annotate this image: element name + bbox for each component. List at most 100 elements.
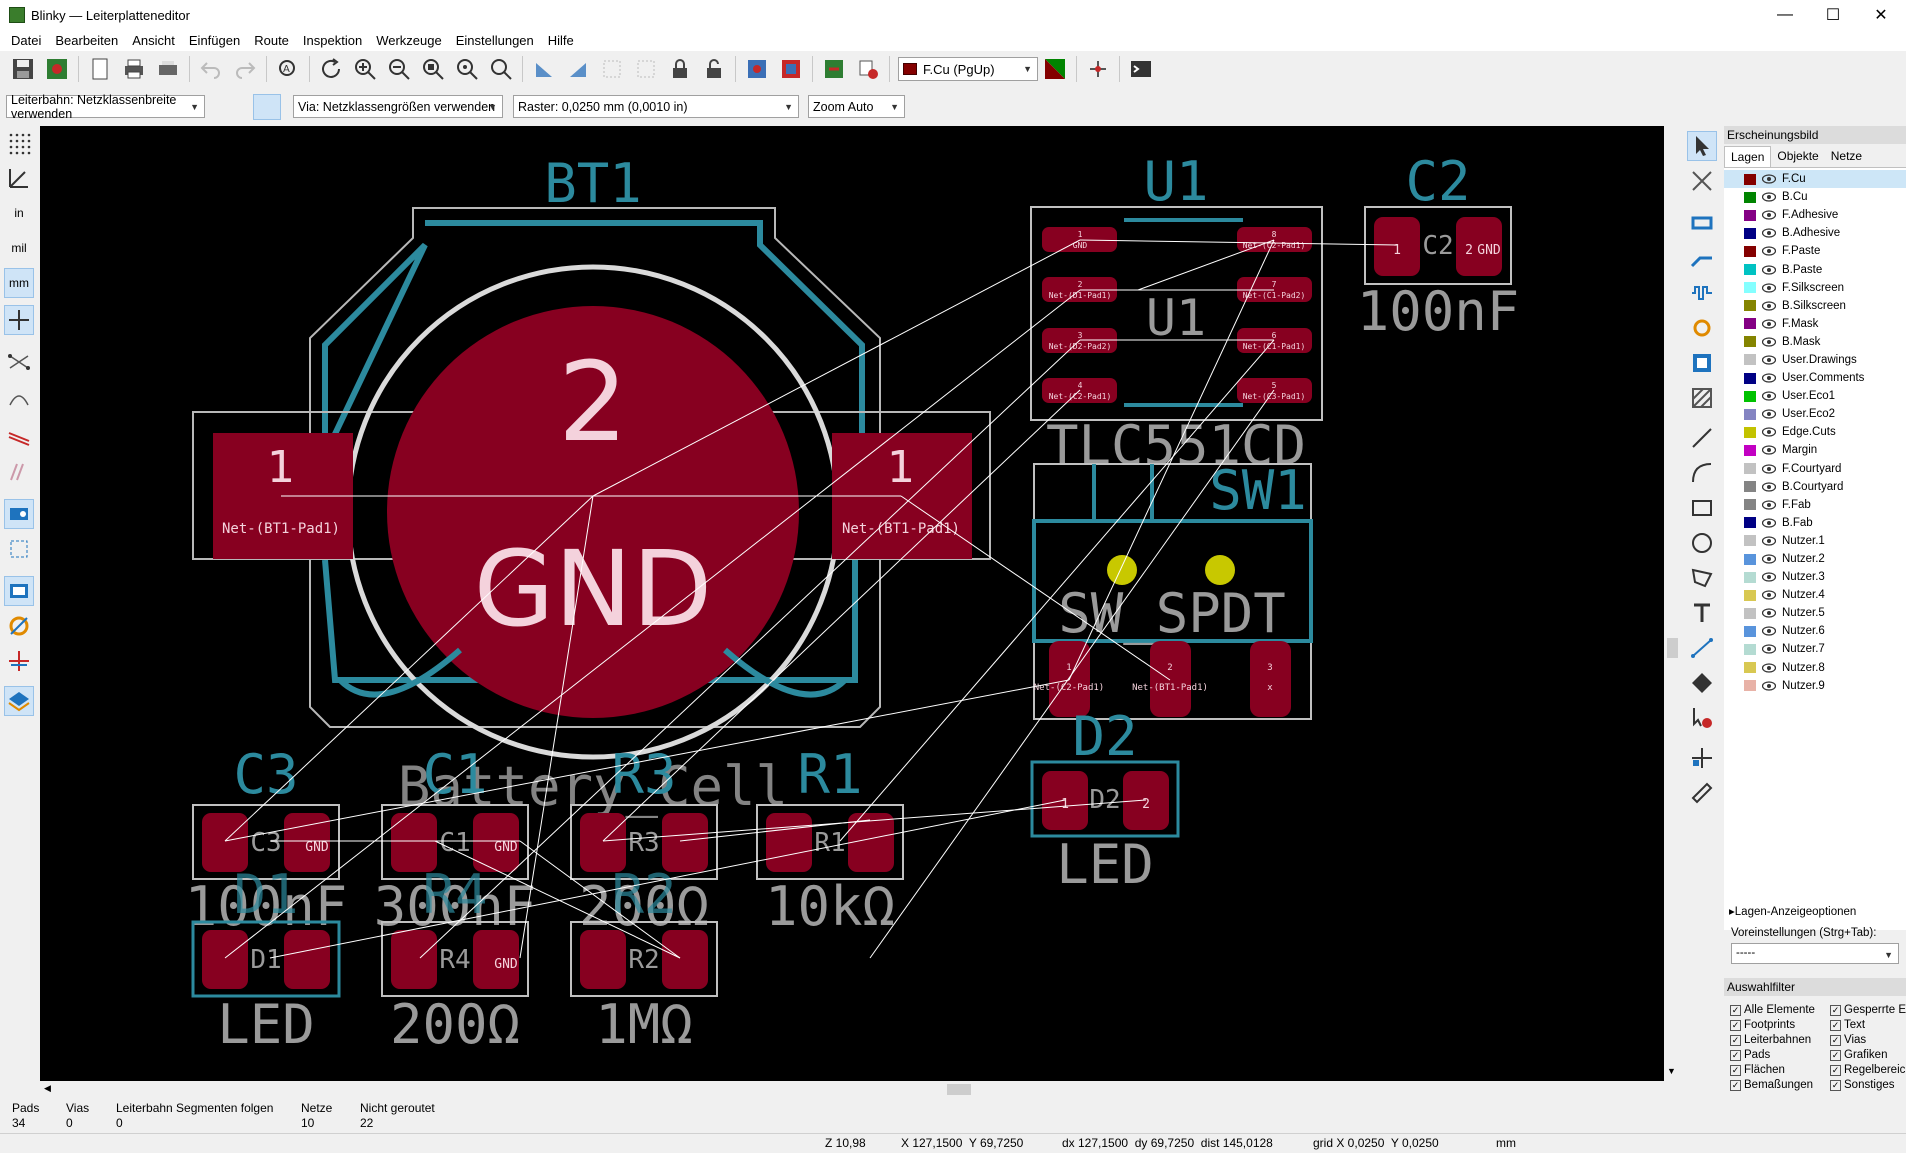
net-inspector-icon[interactable] <box>1084 55 1112 83</box>
set-origin-icon[interactable] <box>1687 743 1717 773</box>
layer-row[interactable]: User.Eco1 <box>1724 387 1906 405</box>
update-pcb-icon[interactable] <box>743 55 771 83</box>
zoom-objects-icon[interactable] <box>453 55 481 83</box>
filter-dimensions[interactable]: ✓ Bemaßungen <box>1730 1079 1813 1091</box>
add-text-icon[interactable] <box>1687 598 1717 628</box>
layer-color-swatch[interactable] <box>1744 318 1756 330</box>
delete-tool-icon[interactable] <box>1687 703 1717 733</box>
unlock-icon[interactable] <box>700 55 728 83</box>
layers-manager-icon[interactable] <box>4 686 34 716</box>
save-icon[interactable] <box>9 55 37 83</box>
layer-row[interactable]: F.Courtyard <box>1724 460 1906 478</box>
lock-icon[interactable] <box>666 55 694 83</box>
eye-icon[interactable] <box>1762 301 1776 311</box>
track-width-select[interactable]: Leiterbahn: Netzklassenbreite verwenden ▼ <box>6 93 205 121</box>
menu-inspektion[interactable]: Inspektion <box>296 33 369 48</box>
layer-row[interactable]: Nutzer.6 <box>1724 622 1906 640</box>
filter-text[interactable]: ✓ Text <box>1830 1019 1865 1031</box>
filter-other[interactable]: ✓ Sonstiges <box>1830 1079 1895 1091</box>
eye-icon[interactable] <box>1762 608 1776 618</box>
footprint-sw1[interactable]: SW1 SW_SPDT 1Net-(C2-Pad1) 2Net-(BT1-Pad… <box>1032 459 1313 720</box>
add-footprint-icon[interactable] <box>1687 208 1717 238</box>
menu-einfuegen[interactable]: Einfügen <box>182 33 247 48</box>
layer-color-swatch[interactable] <box>1744 245 1756 257</box>
filter-footprints[interactable]: ✓ Footprints <box>1730 1019 1795 1031</box>
layer-color-swatch[interactable] <box>1744 191 1756 203</box>
zoom-selection-icon[interactable] <box>487 55 515 83</box>
layer-row[interactable]: Nutzer.3 <box>1724 568 1906 586</box>
menu-hilfe[interactable]: Hilfe <box>541 33 581 48</box>
layer-color-swatch[interactable] <box>1744 625 1756 637</box>
layer-row[interactable]: User.Eco2 <box>1724 405 1906 423</box>
layer-row[interactable]: Nutzer.2 <box>1724 550 1906 568</box>
scroll-left-icon[interactable]: ◀ <box>44 1083 51 1094</box>
layer-color-swatch[interactable] <box>1744 643 1756 655</box>
layer-color-swatch[interactable] <box>1744 227 1756 239</box>
add-dimension-icon[interactable] <box>1687 633 1717 663</box>
layer-row[interactable]: Nutzer.1 <box>1724 532 1906 550</box>
layer-color-swatch[interactable] <box>1744 390 1756 402</box>
layer-row[interactable]: Nutzer.4 <box>1724 586 1906 604</box>
filter-rule-areas[interactable]: ✓ Regelbereic <box>1830 1064 1905 1076</box>
layer-color-swatch[interactable] <box>1744 444 1756 456</box>
draw-circle-icon[interactable] <box>1687 528 1717 558</box>
route-track-icon[interactable] <box>1687 243 1717 273</box>
layer-color-swatch[interactable] <box>1744 607 1756 619</box>
filter-locked[interactable]: ✓ Gesperrte E <box>1830 1004 1906 1016</box>
add-via-icon[interactable] <box>1687 313 1717 343</box>
layer-row[interactable]: B.Adhesive <box>1724 224 1906 242</box>
vertical-scroll-thumb[interactable] <box>1667 638 1678 658</box>
minimize-button[interactable]: — <box>1762 0 1808 30</box>
plot-icon[interactable] <box>154 55 182 83</box>
eye-icon[interactable] <box>1762 572 1776 582</box>
pad-display-icon[interactable] <box>4 499 34 529</box>
via-display-icon[interactable] <box>4 534 34 564</box>
drc-icon[interactable] <box>854 55 882 83</box>
eye-icon[interactable] <box>1762 662 1776 673</box>
eye-icon[interactable] <box>1762 319 1776 329</box>
eye-icon[interactable] <box>1762 373 1776 383</box>
menu-route[interactable]: Route <box>247 33 296 48</box>
layer-color-swatch[interactable] <box>1744 589 1756 601</box>
layer-color-swatch[interactable] <box>1744 300 1756 312</box>
footprint-d2[interactable]: D2 D2 1 2 LED <box>1030 705 1180 896</box>
layer-row[interactable]: Nutzer.5 <box>1724 604 1906 622</box>
layer-row[interactable]: B.Mask <box>1724 333 1906 351</box>
undo-icon[interactable] <box>197 55 225 83</box>
filter-tracks[interactable]: ✓ Leiterbahnen <box>1730 1034 1811 1046</box>
layer-color-swatch[interactable] <box>1744 481 1756 493</box>
eye-icon[interactable] <box>1762 210 1776 220</box>
layer-row[interactable]: User.Comments <box>1724 369 1906 387</box>
net-colors-icon[interactable] <box>4 611 34 641</box>
flip-icon[interactable] <box>632 55 660 83</box>
draw-arc-icon[interactable] <box>1687 458 1717 488</box>
menu-werkzeuge[interactable]: Werkzeuge <box>369 33 449 48</box>
zoom-in-icon[interactable] <box>351 55 379 83</box>
measure-tool-icon[interactable] <box>1687 778 1717 808</box>
layer-pair-icon[interactable] <box>1041 55 1069 83</box>
maximize-button[interactable]: ☐ <box>1810 0 1856 30</box>
measure-cross-icon[interactable] <box>4 646 34 676</box>
eye-icon[interactable] <box>1762 518 1776 528</box>
presets-select[interactable]: ----- ▼ <box>1731 943 1899 964</box>
draw-line-icon[interactable] <box>1687 423 1717 453</box>
layer-row[interactable]: F.Mask <box>1724 315 1906 333</box>
cursor-crosshair-icon[interactable] <box>4 305 34 335</box>
layer-row[interactable]: User.Drawings <box>1724 351 1906 369</box>
filter-all-elements[interactable]: ✓ Alle Elemente <box>1730 1004 1815 1016</box>
layer-row[interactable]: B.Silkscreen <box>1724 297 1906 315</box>
layer-color-swatch[interactable] <box>1744 680 1756 692</box>
eye-icon[interactable] <box>1762 554 1776 564</box>
refresh-icon[interactable] <box>317 55 345 83</box>
eye-icon[interactable] <box>1762 681 1776 691</box>
select-arrow-icon[interactable] <box>1687 131 1717 161</box>
eye-icon[interactable] <box>1762 445 1776 456</box>
layer-row[interactable]: F.Paste <box>1724 242 1906 260</box>
eye-icon[interactable] <box>1762 482 1776 492</box>
menu-datei[interactable]: Datei <box>4 33 48 48</box>
print-icon[interactable] <box>120 55 148 83</box>
find-icon[interactable]: A <box>274 55 302 83</box>
layer-color-swatch[interactable] <box>1744 264 1756 276</box>
layer-row[interactable]: B.Fab <box>1724 514 1906 532</box>
eye-icon[interactable] <box>1762 264 1776 275</box>
